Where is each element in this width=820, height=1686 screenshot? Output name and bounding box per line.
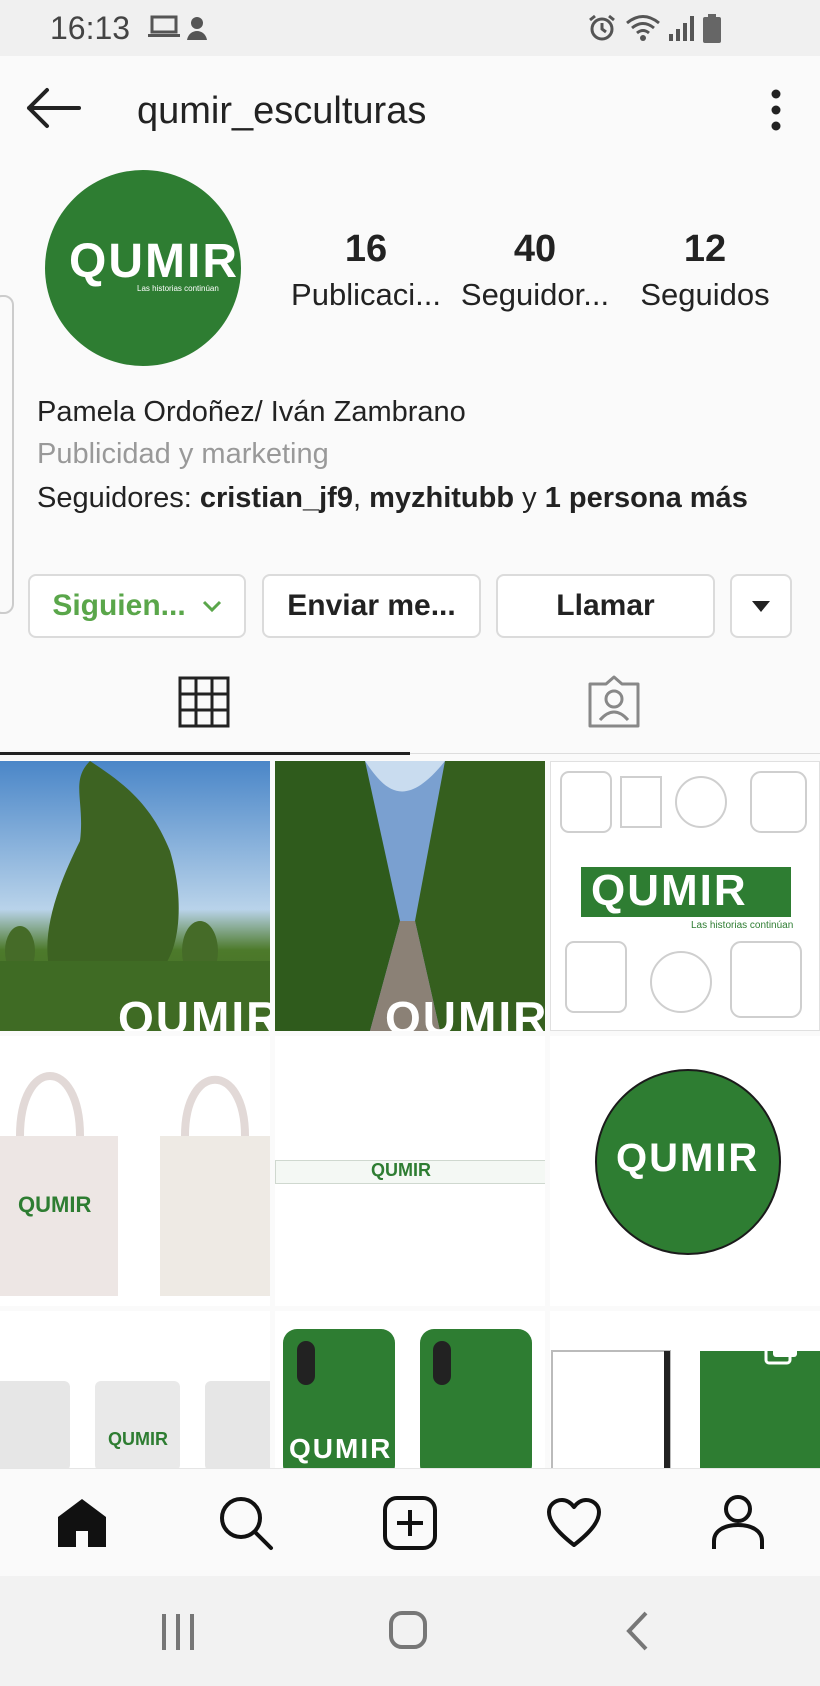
post-8-logo-text: QUMIR bbox=[289, 1433, 393, 1464]
followers-count-value: 40 bbox=[513, 228, 557, 270]
bottom-navigation bbox=[0, 1468, 820, 1577]
edge-panel-handle[interactable] bbox=[0, 295, 14, 614]
home-icon[interactable] bbox=[54, 1495, 110, 1551]
tagged-person-icon bbox=[588, 675, 640, 728]
posts-count-value: 16 bbox=[344, 228, 388, 270]
tote-bags-image bbox=[0, 1072, 270, 1296]
following-count-label: Seguidos bbox=[640, 277, 770, 312]
post-7-logo-text: QUMIR bbox=[108, 1429, 168, 1449]
post-thumbnail-9[interactable] bbox=[550, 1311, 820, 1468]
post-thumbnail-5[interactable]: QUMIR bbox=[275, 1036, 545, 1306]
profile-header: qumir_esculturas bbox=[0, 56, 820, 166]
home-button-icon[interactable] bbox=[388, 1610, 428, 1650]
triangle-down-icon bbox=[752, 601, 770, 612]
message-button[interactable]: Enviar me... bbox=[262, 574, 481, 638]
tab-tagged[interactable] bbox=[410, 656, 820, 756]
followed-by-and: y bbox=[514, 482, 545, 514]
followed-by-text[interactable]: Seguidores: cristian_jf9, myzhitubb y 1 … bbox=[37, 482, 748, 515]
post-2-logo-text: QUMIR bbox=[385, 992, 545, 1031]
post-4-logo-text: QUMIR bbox=[18, 1192, 92, 1217]
tabs-divider bbox=[410, 753, 820, 754]
more-options-icon[interactable] bbox=[770, 88, 782, 132]
post-thumbnail-4[interactable]: QUMIR bbox=[0, 1036, 270, 1306]
profile-category: Publicidad y marketing bbox=[37, 438, 329, 470]
post-thumbnail-6[interactable]: QUMIR bbox=[550, 1036, 820, 1306]
back-button-icon[interactable] bbox=[624, 1610, 652, 1652]
post-thumbnail-8[interactable]: QUMIR bbox=[275, 1311, 545, 1468]
follower-link-1[interactable]: cristian_jf9 bbox=[200, 482, 353, 514]
follower-link-2[interactable]: myzhitubb bbox=[369, 482, 514, 514]
battery-icon bbox=[703, 14, 721, 43]
post-3-logo-tagline: Las historias continúan bbox=[691, 920, 794, 931]
alarm-icon bbox=[589, 14, 615, 41]
post-6-logo-text: QUMIR bbox=[616, 1136, 760, 1180]
profile-username: qumir_esculturas bbox=[137, 90, 427, 132]
suggestions-dropdown-button[interactable] bbox=[730, 574, 792, 638]
avatar-logo-tagline: Las historias continúan bbox=[137, 284, 219, 293]
tab-grid[interactable] bbox=[0, 656, 410, 756]
following-count-value: 12 bbox=[683, 228, 727, 270]
status-bar: 16:13 bbox=[0, 0, 820, 56]
avatar-logo-text: QUMIR bbox=[69, 235, 239, 288]
post-thumbnail-2[interactable]: QUMIR bbox=[275, 761, 545, 1031]
call-button[interactable]: Llamar bbox=[496, 574, 715, 638]
status-time: 16:13 bbox=[50, 10, 131, 46]
signal-icon bbox=[669, 16, 694, 41]
post-thumbnail-1[interactable]: QUMIR bbox=[0, 761, 270, 1031]
laptop-icon bbox=[148, 15, 180, 37]
profile-avatar[interactable]: QUMIR Las historias continúan bbox=[45, 170, 241, 366]
following-button-label: Siguien... bbox=[52, 589, 186, 622]
post-thumbnail-7[interactable]: QUMIR bbox=[0, 1311, 270, 1468]
call-button-label: Llamar bbox=[556, 589, 655, 622]
grid-icon bbox=[178, 676, 230, 728]
followed-by-prefix: Seguidores: bbox=[37, 482, 200, 514]
back-arrow-icon[interactable] bbox=[25, 86, 81, 130]
system-navigation-bar bbox=[0, 1576, 820, 1686]
recent-apps-icon[interactable] bbox=[160, 1612, 196, 1652]
notification-app-icon bbox=[187, 17, 207, 40]
post-thumbnail-3[interactable]: QUMIR Las historias continúan bbox=[550, 761, 820, 1031]
profile-name: Pamela Ordoñez/ Iván Zambrano bbox=[37, 396, 466, 428]
profile-tabs bbox=[0, 656, 820, 756]
tab-grid-underline bbox=[0, 752, 410, 755]
followed-by-others[interactable]: 1 persona más bbox=[545, 482, 748, 514]
wifi-icon bbox=[626, 15, 660, 41]
carousel-icon bbox=[764, 1333, 797, 1365]
followers-count-label: Seguidor... bbox=[460, 277, 610, 312]
following-button[interactable]: Siguien... bbox=[28, 574, 246, 638]
message-button-label: Enviar me... bbox=[287, 589, 456, 622]
following-count[interactable]: 12 Seguidos bbox=[630, 228, 780, 313]
heart-icon[interactable] bbox=[546, 1497, 602, 1549]
chevron-down-icon bbox=[202, 600, 221, 613]
followed-by-separator: , bbox=[352, 482, 370, 514]
post-3-logo-text: QUMIR bbox=[591, 866, 748, 915]
post-5-logo-text: QUMIR bbox=[371, 1160, 431, 1180]
profile-icon[interactable] bbox=[710, 1493, 766, 1551]
search-icon[interactable] bbox=[218, 1495, 274, 1551]
posts-count[interactable]: 16 Publicaci... bbox=[288, 228, 444, 313]
add-post-icon[interactable] bbox=[382, 1495, 438, 1551]
followers-count[interactable]: 40 Seguidor... bbox=[455, 228, 615, 313]
post-1-logo-text: QUMIR bbox=[118, 992, 270, 1031]
posts-count-label: Publicaci... bbox=[291, 277, 441, 312]
